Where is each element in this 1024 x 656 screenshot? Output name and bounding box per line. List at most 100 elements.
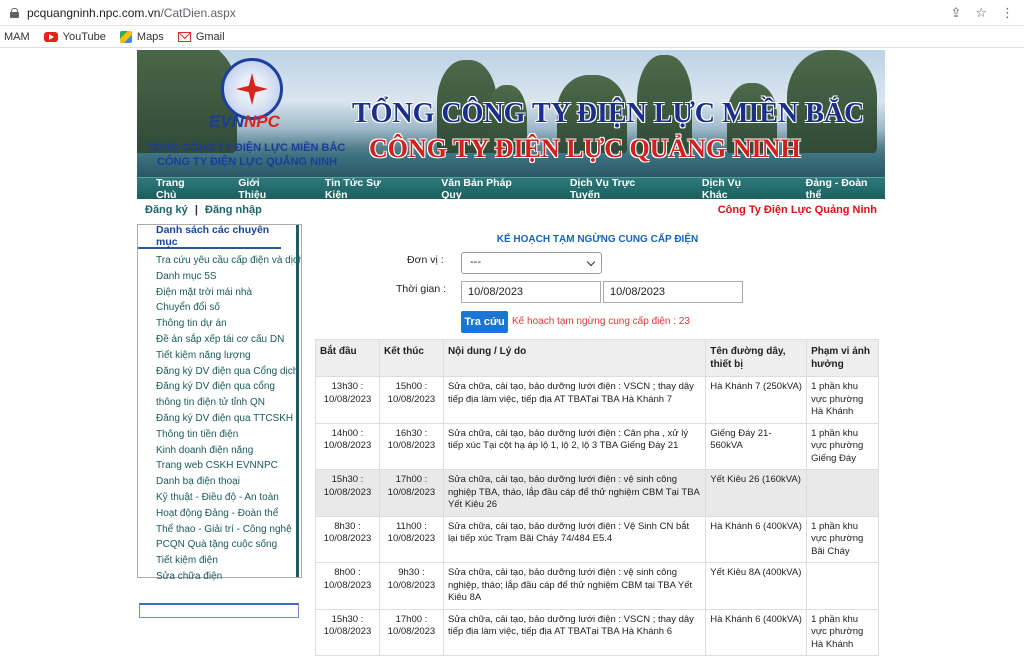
- lock-icon[interactable]: [10, 7, 19, 18]
- result-count: Kế hoạch tạm ngừng cung cấp điện : 23: [512, 316, 690, 327]
- table-cell: Sửa chữa, cải tạo, bảo dưỡng lưới điện :…: [442, 562, 707, 610]
- category-sidebar: Danh sách các chuyên mục Tra cứu yêu cầu…: [137, 224, 302, 582]
- evn-logo-icon: [221, 58, 283, 120]
- nav-party[interactable]: Đảng - Đoàn thể: [806, 177, 885, 201]
- org-name: Công Ty Điện Lực Quảng Ninh: [717, 204, 877, 216]
- table-cell: Sửa chữa, cải tạo, bảo dưỡng lưới điện :…: [442, 469, 707, 517]
- more-icon[interactable]: ⋮: [1001, 5, 1014, 21]
- logo-text: EVNNPC: [209, 112, 280, 131]
- nav-news[interactable]: Tin Tức Sự Kiện: [325, 177, 405, 201]
- sidebar-item[interactable]: thông tin điện tử tỉnh QN: [156, 395, 301, 411]
- unit-label: Đơn vị :: [407, 254, 444, 266]
- sidebar-item[interactable]: Danh bạ điện thoại: [156, 474, 301, 490]
- sidebar-item[interactable]: Chuyển đổi số: [156, 300, 301, 316]
- sidebar-item[interactable]: Tiết kiệm năng lượng: [156, 348, 301, 364]
- table-cell: 1 phần khu vực phường Hà Khánh: [806, 376, 879, 424]
- url-text[interactable]: pcquangninh.npc.com.vn/CatDien.aspx: [27, 6, 236, 20]
- sidebar-item[interactable]: Đề án sắp xếp tái cơ cấu DN: [156, 332, 301, 348]
- outage-table: Bắt đầu Kết thúc Nội dung / Lý do Tên đường…: [315, 339, 879, 656]
- table-row: 13h30 : 10/08/2023 15h00 : 10/08/2023 Sửa …: [315, 376, 879, 424]
- share-icon[interactable]: ⇪: [950, 5, 961, 21]
- table-cell: 15h30 : 10/08/2023: [315, 469, 380, 517]
- banner-subtitle-2: CÔNG TY ĐIỆN LỰC QUẢNG NINH: [157, 156, 338, 168]
- sidebar-item[interactable]: Sửa chữa điện: [156, 569, 301, 585]
- table-header: Bắt đầu: [315, 339, 380, 377]
- table-cell: 11h00 : 10/08/2023: [378, 515, 444, 563]
- bookmark-gmail[interactable]: Gmail: [177, 31, 225, 43]
- date-from-input[interactable]: 10/08/2023: [461, 281, 601, 303]
- table-cell: 1 phần khu vực phường Giếng Đáy: [806, 422, 879, 470]
- address-bar[interactable]: pcquangninh.npc.com.vn/CatDien.aspx ⇪ ☆ …: [0, 0, 1024, 26]
- date-to-input[interactable]: 10/08/2023: [603, 281, 743, 303]
- table-cell: 8h30 : 10/08/2023: [315, 515, 380, 563]
- table-cell: 13h30 : 10/08/2023: [315, 376, 380, 424]
- sidebar-scrollbar[interactable]: [296, 225, 299, 577]
- table-cell: 15h00 : 10/08/2023: [378, 376, 444, 424]
- sidebar-item[interactable]: Kinh doanh điện năng: [156, 443, 301, 459]
- star-icon[interactable]: ☆: [975, 5, 987, 21]
- sidebar-item[interactable]: Thông tin dự án: [156, 316, 301, 332]
- table-cell: 17h00 : 10/08/2023: [378, 469, 444, 517]
- table-cell: Hà Khánh 6 (400kVA): [705, 515, 808, 563]
- table-cell: 9h30 : 10/08/2023: [378, 562, 444, 610]
- banner-subtitle-1: TỔNG CÔNG TY ĐIỆN LỰC MIỀN BẮC: [147, 142, 346, 154]
- register-link[interactable]: Đăng ký: [145, 204, 188, 216]
- table-row: 14h00 : 10/08/2023 16h30 : 10/08/2023 Sửa …: [315, 422, 879, 470]
- sidebar-item[interactable]: Tiết kiệm điện: [156, 553, 301, 569]
- youtube-icon: [43, 31, 58, 42]
- table-cell: 14h00 : 10/08/2023: [315, 422, 380, 470]
- table-row: 15h30 : 10/08/2023 17h00 : 10/08/2023 Sửa …: [315, 469, 879, 517]
- sidebar-item[interactable]: Kỹ thuật - Điều độ - An toàn: [156, 490, 301, 506]
- nav-online-services[interactable]: Dịch Vụ Trực Tuyến: [570, 177, 667, 201]
- table-cell: Hà Khánh 7 (250kVA): [705, 376, 808, 424]
- sidebar-item[interactable]: Trang web CSKH EVNNPC: [156, 458, 301, 474]
- sidebar-item[interactable]: Hoạt động Đảng - Đoàn thể: [156, 506, 301, 522]
- time-label: Thời gian :: [396, 283, 447, 295]
- bookmark-maps[interactable]: Maps: [119, 30, 164, 43]
- table-cell: 16h30 : 10/08/2023: [378, 422, 444, 470]
- table-row: 8h00 : 10/08/2023 9h30 : 10/08/2023 Sửa ch…: [315, 562, 879, 610]
- nav-legal[interactable]: Văn Bản Pháp Quy: [441, 177, 534, 201]
- sidebar-item[interactable]: Thể thao - Giải trí - Công nghệ: [156, 522, 301, 538]
- sidebar-item[interactable]: Điện mặt trời mái nhà: [156, 285, 301, 301]
- table-header: Kết thúc: [378, 339, 444, 377]
- sidebar-item[interactable]: Đăng ký DV điện qua Cổng dịch vụ: [156, 364, 301, 380]
- sidebar-item[interactable]: Đăng ký DV điện qua TTCSKH: [156, 411, 301, 427]
- maps-icon: [119, 30, 132, 43]
- nav-other-services[interactable]: Dịch Vụ Khác: [702, 177, 769, 201]
- sidebar-item[interactable]: Thông tin tiền điện: [156, 427, 301, 443]
- page-title: KẾ HOẠCH TẠM NGỪNG CUNG CẤP ĐIỆN: [496, 234, 699, 245]
- banner-title-2: CÔNG TY ĐIỆN LỰC QUẢNG NINH: [369, 134, 801, 163]
- banner-title-1: TỔNG CÔNG TY ĐIỆN LỰC MIỀN BẮC: [352, 98, 865, 129]
- main-nav: Trang Chủ Giới Thiệu Tin Tức Sự Kiện Văn…: [137, 177, 885, 201]
- table-cell: 8h00 : 10/08/2023: [315, 562, 380, 610]
- bookmark-youtube[interactable]: YouTube: [43, 31, 106, 43]
- gmail-icon: [177, 31, 191, 42]
- table-header: Phạm vi ảnh hưởng: [806, 339, 879, 377]
- table-cell: 1 phần khu vực phường Bãi Cháy: [806, 515, 879, 563]
- sidebar-item[interactable]: Đăng ký DV điện qua cổng: [156, 379, 301, 395]
- sidebar-title: Danh sách các chuyên mục: [138, 224, 281, 249]
- table-cell: Sửa chữa, cải tạo, bảo dưỡng lưới điện :…: [442, 515, 707, 563]
- search-button[interactable]: Tra cứu: [461, 311, 508, 333]
- table-cell: [806, 469, 879, 517]
- table-header: Nội dung / Lý do: [442, 339, 707, 377]
- table-cell: Yết Kiêu 8A (400kVA): [705, 562, 808, 610]
- table-cell: Yết Kiêu 26 (160kVA): [705, 469, 808, 517]
- nav-home[interactable]: Trang Chủ: [156, 177, 207, 201]
- nav-about[interactable]: Giới Thiệu: [238, 177, 290, 201]
- table-cell: Giếng Đáy 21-560kVA: [705, 422, 808, 470]
- table-cell: Sửa chữa, cải tạo, bảo dưỡng lưới điện :…: [442, 422, 707, 470]
- unit-select[interactable]: ---: [461, 252, 602, 274]
- sidebar-item[interactable]: PCQN Quà tặng cuộc sống: [156, 537, 301, 553]
- outage-panel: KẾ HOẠCH TẠM NGỪNG CUNG CẤP ĐIỆN Đơn vị …: [315, 224, 880, 656]
- login-link[interactable]: Đăng nhập: [205, 204, 262, 216]
- table-cell: Sửa chữa, cải tạo, bảo dưỡng lưới điện :…: [442, 376, 707, 424]
- table-row: 8h30 : 10/08/2023 11h00 : 10/08/2023 Sửa c…: [315, 515, 879, 563]
- bookmark-mam[interactable]: MAM: [4, 31, 30, 43]
- sidebar-item[interactable]: Tra cứu yêu cầu cấp điện và dịch vụ: [156, 253, 301, 269]
- site-banner: EVNNPC TỔNG CÔNG TY ĐIỆN LỰC MIỀN BẮC CÔ…: [137, 50, 885, 177]
- bookmarks-bar: MAM YouTube Maps Gmail: [0, 26, 1024, 48]
- table-cell: [806, 562, 879, 610]
- sidebar-item[interactable]: Danh mục 5S: [156, 269, 301, 285]
